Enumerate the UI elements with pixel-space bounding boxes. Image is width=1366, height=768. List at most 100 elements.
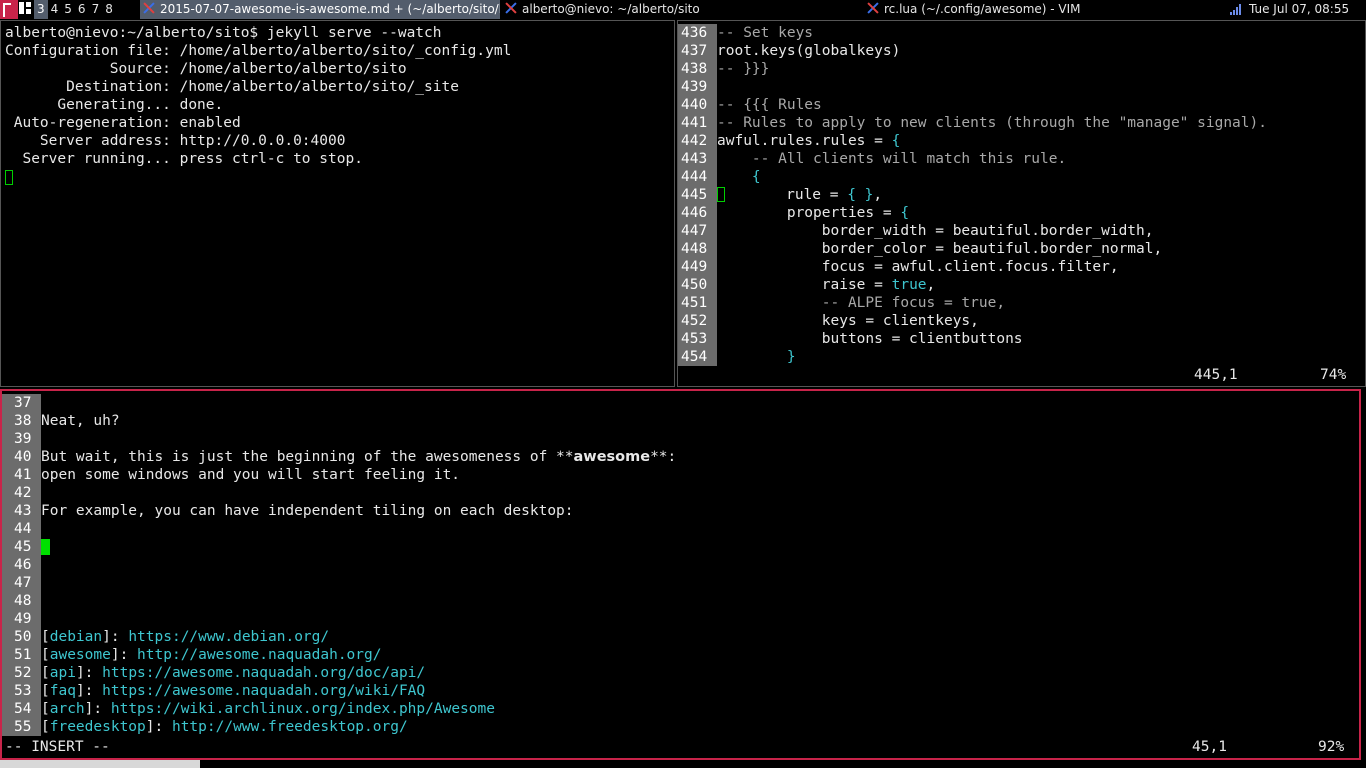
code-text: **: bbox=[650, 449, 677, 465]
line-number: 43 bbox=[2, 502, 41, 520]
terminal-app-icon bbox=[504, 1, 518, 15]
line-number: 445 bbox=[678, 186, 717, 204]
code-text: open some windows and you will start fee… bbox=[41, 467, 461, 483]
line-number: 449 bbox=[678, 258, 717, 276]
code-text: [ bbox=[41, 665, 50, 681]
line-number: 454 bbox=[678, 348, 717, 366]
line-number: 443 bbox=[678, 150, 717, 168]
code-text: -- {{{ Rules bbox=[717, 97, 822, 113]
line-number: 40 bbox=[2, 448, 41, 466]
layout-tile-icon[interactable] bbox=[19, 2, 31, 14]
vim-mode-indicator: -- INSERT -- bbox=[5, 739, 110, 755]
line-number: 54 bbox=[2, 700, 41, 718]
line-number: 436 bbox=[678, 24, 717, 42]
code-text: { bbox=[900, 205, 910, 221]
terminal-line: Auto-regeneration: enabled bbox=[5, 115, 241, 131]
code-text: ]: bbox=[75, 665, 103, 681]
code-line: 47 bbox=[2, 574, 41, 592]
line-number: 50 bbox=[2, 628, 41, 646]
code-text: true bbox=[891, 277, 927, 293]
code-text: [ bbox=[41, 683, 50, 699]
code-text: { bbox=[751, 169, 761, 185]
code-text: Neat, uh? bbox=[41, 413, 120, 429]
code-text: awesome bbox=[573, 449, 651, 465]
text-cursor bbox=[41, 539, 50, 555]
code-line: 44 bbox=[2, 520, 41, 538]
code-line: 41 open some windows and you will start f… bbox=[2, 466, 460, 484]
vim-rclua-window[interactable]: 436 -- Set keys 437 root.keys(globalkeys) 43… bbox=[677, 20, 1366, 387]
code-line: 451 -- ALPE focus = true, bbox=[678, 294, 1005, 312]
tag-8[interactable]: 8 bbox=[102, 0, 116, 19]
code-text: For example, you can have independent ti… bbox=[41, 503, 574, 519]
line-number: 51 bbox=[2, 646, 41, 664]
code-text: ]: bbox=[84, 701, 111, 717]
code-line: 52 [api]: https://awesome.naquadah.org/do… bbox=[2, 664, 425, 682]
code-line: 50 [debian]: https://www.debian.org/ bbox=[2, 628, 329, 646]
code-text: -- All clients will match this rule. bbox=[717, 151, 1067, 167]
code-line: 38 Neat, uh? bbox=[2, 412, 120, 430]
line-number: 52 bbox=[2, 664, 41, 682]
vim-app-icon bbox=[866, 1, 880, 15]
tag-7[interactable]: 7 bbox=[89, 0, 103, 19]
line-number: 47 bbox=[2, 574, 41, 592]
code-text: ]: bbox=[75, 683, 103, 699]
code-line: 439 bbox=[678, 78, 717, 96]
task-terminal[interactable]: alberto@nievo: ~/alberto/sito bbox=[502, 0, 862, 19]
line-number: 439 bbox=[678, 78, 717, 96]
code-line: 51 [awesome]: http://awesome.naquadah.org… bbox=[2, 646, 381, 664]
line-number: 49 bbox=[2, 610, 41, 628]
code-line: 446 properties = { bbox=[678, 204, 909, 222]
task-title: rc.lua (~/.config/awesome) - VIM bbox=[884, 2, 1081, 16]
line-number: 45 bbox=[2, 538, 41, 556]
code-text: https://awesome.naquadah.org/wiki/FAQ bbox=[102, 683, 426, 699]
vim-markdown-window[interactable]: 37 38 Neat, uh? 39 40 But wait, this is just … bbox=[0, 389, 1361, 760]
code-line: 441 -- Rules to apply to new clients (thr… bbox=[678, 114, 1267, 132]
clock[interactable]: Tue Jul 07, 08:55 bbox=[1249, 0, 1349, 19]
code-line: 454 } bbox=[678, 348, 796, 366]
code-line: 43 For example, you can have independent … bbox=[2, 502, 574, 520]
tag-6[interactable]: 6 bbox=[75, 0, 89, 19]
tag-4[interactable]: 4 bbox=[48, 0, 62, 19]
code-text: api bbox=[49, 665, 76, 681]
line-number: 452 bbox=[678, 312, 717, 330]
line-number: 440 bbox=[678, 96, 717, 114]
code-text: [ bbox=[41, 647, 50, 663]
line-number: 441 bbox=[678, 114, 717, 132]
code-text: { bbox=[891, 133, 901, 149]
network-signal-icon[interactable] bbox=[1230, 4, 1242, 15]
code-text: ]: bbox=[145, 719, 172, 735]
line-number: 48 bbox=[2, 592, 41, 610]
launcher-icon[interactable] bbox=[0, 0, 18, 19]
code-line: 53 [faq]: https://awesome.naquadah.org/wi… bbox=[2, 682, 425, 700]
terminal-line: alberto@nievo:~/alberto/sito$ jekyll ser… bbox=[5, 25, 442, 41]
terminal-line: Source: /home/alberto/alberto/sito bbox=[5, 61, 407, 77]
terminal-line: Configuration file: /home/alberto/albert… bbox=[5, 43, 512, 59]
code-line: 48 bbox=[2, 592, 41, 610]
vim-scroll-percent: 92% bbox=[1318, 739, 1345, 755]
tag-5[interactable]: 5 bbox=[61, 0, 75, 19]
code-line: 444 { bbox=[678, 168, 761, 186]
code-line: 452 keys = clientkeys, bbox=[678, 312, 979, 330]
code-line: 442 awful.rules.rules = { bbox=[678, 132, 900, 150]
code-text: http://awesome.naquadah.org/ bbox=[137, 647, 382, 663]
tag-3[interactable]: 3 bbox=[34, 0, 48, 19]
code-text: { } bbox=[847, 187, 874, 203]
code-text: focus = awful.client.focus.filter, bbox=[717, 259, 1119, 275]
terminal-window[interactable]: alberto@nievo:~/alberto/sito$ jekyll ser… bbox=[0, 20, 675, 387]
line-number: 438 bbox=[678, 60, 717, 78]
code-text: https://awesome.naquadah.org/doc/api/ bbox=[102, 665, 426, 681]
code-line: 39 bbox=[2, 430, 41, 448]
code-line: 448 border_color = beautiful.border_norm… bbox=[678, 240, 1162, 258]
vim-cursor-position: 45,1 bbox=[1192, 739, 1227, 755]
code-text: ]: bbox=[110, 647, 138, 663]
task-vim-markdown[interactable]: 2015-07-07-awesome-is-awesome.md + (~/al… bbox=[140, 0, 500, 19]
code-text: http://www.freedesktop.org/ bbox=[171, 719, 408, 735]
task-vim-rclua[interactable]: rc.lua (~/.config/awesome) - VIM bbox=[864, 0, 1224, 19]
code-line: 54 [arch]: https://wiki.archlinux.org/ind… bbox=[2, 700, 495, 718]
code-text: -- Rules to apply to new clients (throug… bbox=[717, 115, 1267, 131]
code-line: 443 -- All clients will match this rule. bbox=[678, 150, 1066, 168]
code-text: -- ALPE focus = true, bbox=[717, 295, 1006, 311]
terminal-line: Destination: /home/alberto/alberto/sito/… bbox=[5, 79, 459, 95]
top-wibar: 345678 2015-07-07-awesome-is-awesome.md … bbox=[0, 0, 1366, 19]
